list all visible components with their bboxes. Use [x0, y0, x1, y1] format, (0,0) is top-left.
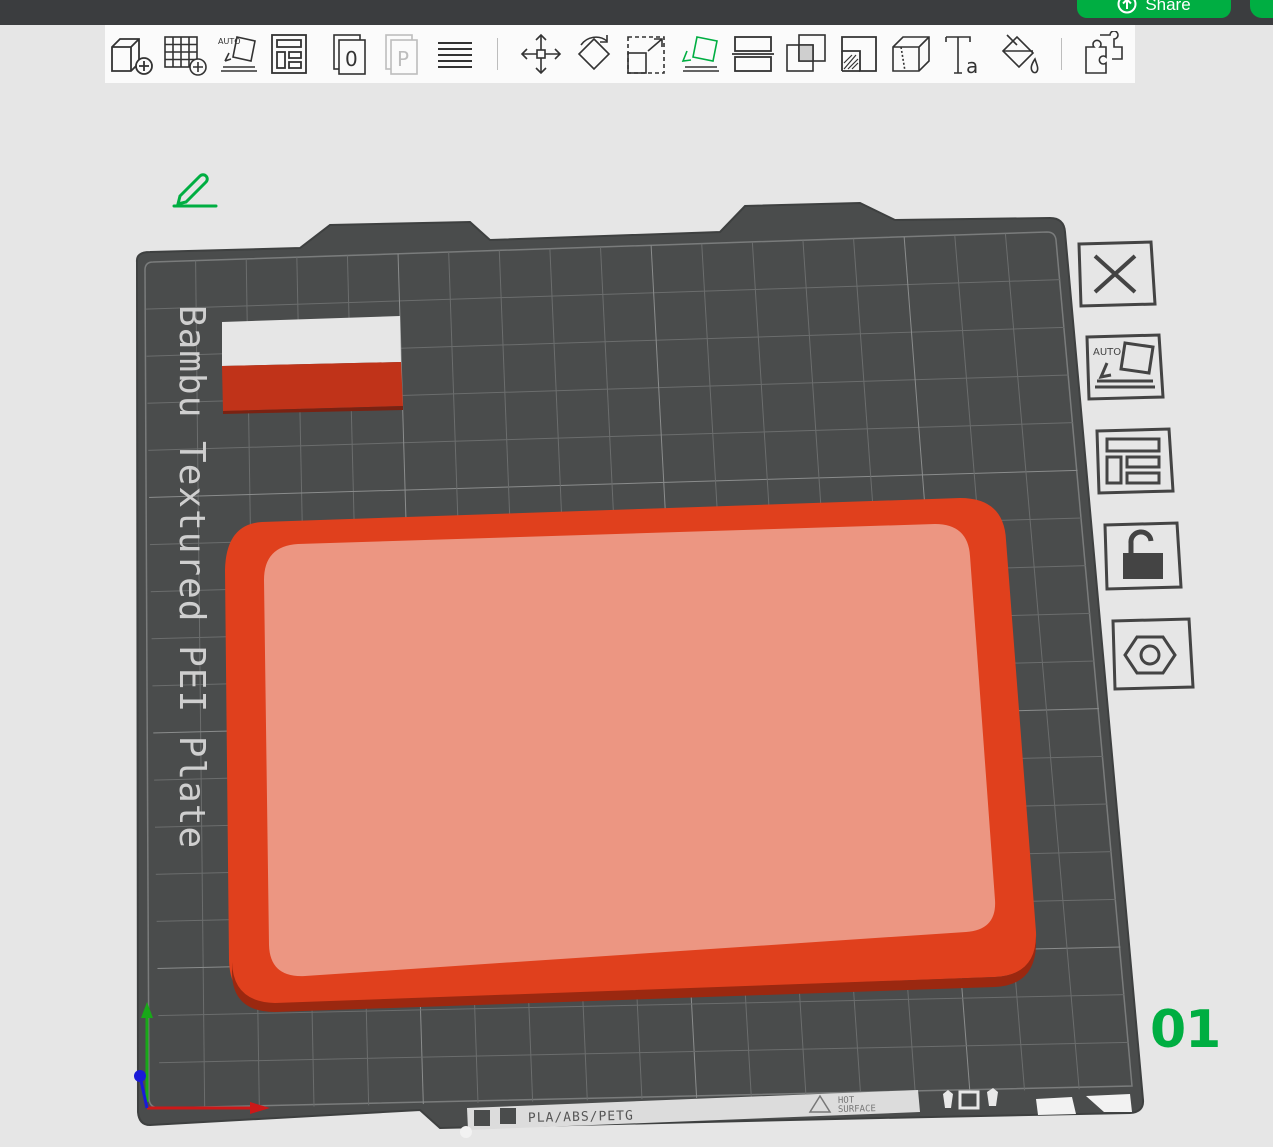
close-plate-button[interactable]: [1075, 240, 1157, 308]
plate-info-strip: PLA/ABS/PETG HOT SURFACE: [460, 1088, 1132, 1138]
support-paint-button[interactable]: [836, 31, 882, 77]
color-paint-icon: [1001, 34, 1039, 74]
add-object-icon: [111, 38, 153, 75]
svg-text:a: a: [966, 54, 978, 77]
tray-object: [225, 498, 1037, 1012]
grid-line: [146, 517, 1083, 546]
share-label: Share: [1145, 0, 1191, 14]
auto-orient-plate-button[interactable]: AUTO: [1083, 333, 1167, 403]
auto-orient-icon: AUTO: [218, 36, 257, 72]
color-paint-button[interactable]: [995, 31, 1041, 77]
grid-line: [296, 256, 315, 1107]
material-label: PLA/ABS/PETG: [528, 1109, 634, 1126]
hot-label: HOT: [838, 1096, 855, 1106]
boolean-icon: [786, 34, 826, 72]
grid-line: [751, 241, 807, 1097]
layers-icon: [438, 42, 472, 68]
plate-parts-button[interactable]: P: [379, 31, 425, 77]
account-button[interactable]: [1250, 0, 1273, 18]
grid-line: [954, 235, 1026, 1093]
boolean-button[interactable]: [783, 31, 829, 77]
arrange-icon: [271, 34, 307, 74]
lock-plate-button[interactable]: [1101, 521, 1185, 593]
add-plate-icon: [164, 36, 207, 76]
grid-line: [145, 279, 1061, 310]
upload-icon: [1117, 0, 1137, 14]
grid-line: [148, 803, 1109, 828]
arrange-plate-button[interactable]: [1093, 427, 1177, 497]
grid-line: [147, 708, 1100, 734]
grid-line: [549, 248, 588, 1102]
move-icon: [520, 33, 562, 75]
rotate-button[interactable]: [571, 31, 617, 77]
layers-button[interactable]: [432, 31, 478, 77]
move-button[interactable]: [518, 31, 564, 77]
svg-text:AUTO: AUTO: [1093, 347, 1121, 358]
lay-on-face-button[interactable]: [677, 31, 723, 77]
grid-line: [146, 565, 1087, 593]
plate-objects-button[interactable]: 0: [327, 31, 373, 77]
edit-plate-name-icon[interactable]: [170, 168, 222, 210]
share-button[interactable]: Share: [1077, 0, 1231, 18]
assembly-icon: [1085, 31, 1123, 74]
grid-line: [903, 236, 971, 1094]
grid-line: [145, 374, 1070, 404]
grid-line: [149, 994, 1126, 1017]
grid-line: [245, 258, 260, 1108]
grid-line: [600, 246, 643, 1101]
svg-text:0: 0: [345, 47, 358, 71]
seam-paint-icon: [892, 36, 930, 72]
plate-settings-button[interactable]: [1109, 617, 1197, 693]
support-paint-icon: [841, 36, 877, 72]
grid-line: [498, 250, 534, 1103]
grid-line: [346, 255, 370, 1106]
grid-line: [147, 660, 1096, 687]
grid-line: [148, 898, 1117, 923]
toolbar-separator: [497, 38, 498, 70]
text-icon: a: [945, 36, 978, 77]
grid-line: [146, 422, 1074, 451]
scale-button[interactable]: [624, 31, 670, 77]
plate-objects-icon: 0: [333, 34, 366, 75]
grid-line: [149, 1041, 1130, 1064]
scale-icon: [627, 36, 665, 74]
auto-orient-button[interactable]: AUTO: [215, 31, 261, 77]
grid-line: [195, 260, 206, 1109]
axis-gizmo: [134, 1002, 270, 1114]
grid-line: [650, 245, 698, 1099]
surface-label: SURFACE: [838, 1104, 876, 1115]
grid-line: [853, 238, 916, 1095]
grid-line: [148, 755, 1104, 781]
grid-line: [448, 251, 479, 1104]
plate-parts-icon: P: [385, 34, 418, 75]
plate-number: 01: [1150, 1000, 1221, 1060]
seam-paint-button[interactable]: [889, 31, 935, 77]
grid-line: [802, 240, 862, 1096]
grid-line: [701, 243, 752, 1098]
grid-line: [397, 253, 424, 1105]
text-tool-button[interactable]: a: [942, 31, 988, 77]
main-toolbar: AUTO 0 P a: [105, 25, 1135, 83]
toolbar-separator: [1061, 38, 1062, 70]
flag-object: [222, 316, 403, 414]
top-bar: Share: [0, 0, 1273, 25]
grid-line: [145, 326, 1065, 357]
grid-line: [146, 469, 1078, 499]
grid-line: [1004, 233, 1080, 1092]
cut-icon: [732, 36, 774, 72]
cut-button[interactable]: [730, 31, 776, 77]
add-object-button[interactable]: [109, 31, 155, 77]
build-plate: [135, 201, 1145, 1130]
rotate-icon: [577, 35, 611, 71]
grid-line: [147, 612, 1091, 640]
grid-line: [148, 851, 1113, 875]
lay-on-face-icon: [681, 36, 719, 72]
arrange-button[interactable]: [267, 31, 313, 77]
grid-line: [149, 946, 1122, 970]
add-plate-button[interactable]: [162, 31, 208, 77]
svg-text:P: P: [397, 47, 409, 71]
plate-type-label: Bambu Textured PEI Plate: [171, 305, 212, 849]
assembly-button[interactable]: [1080, 31, 1126, 77]
